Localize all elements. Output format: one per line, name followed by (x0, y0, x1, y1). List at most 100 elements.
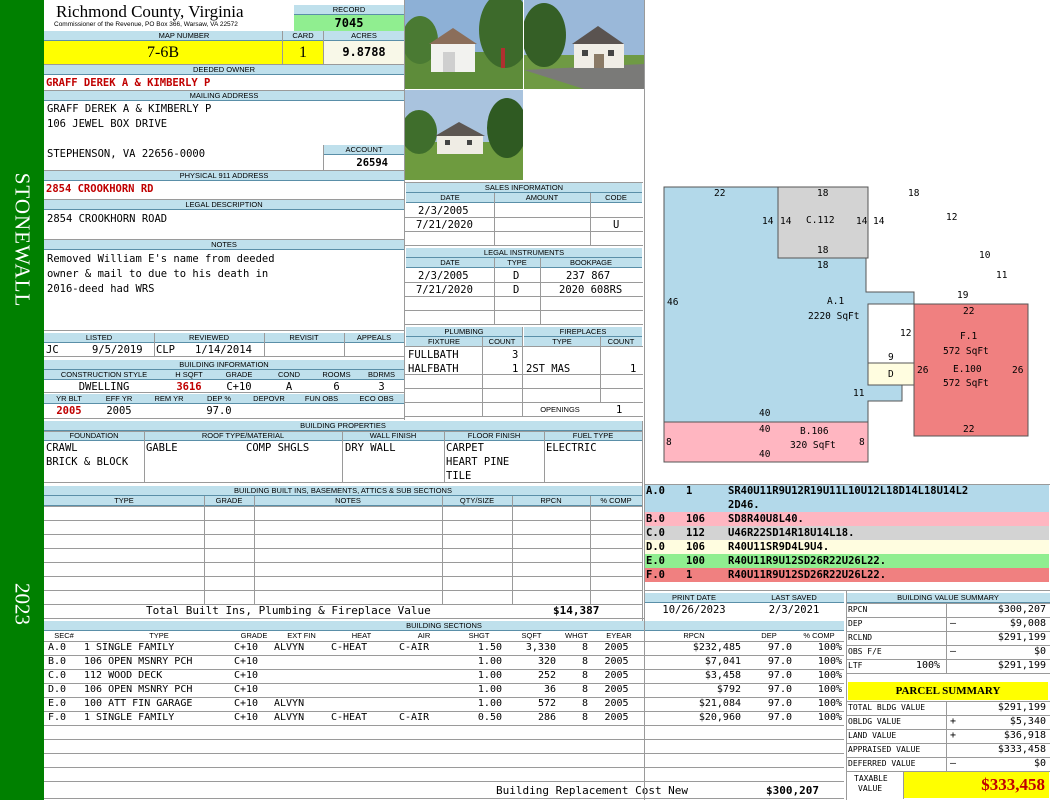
bs-cell-grade: C+10 (234, 670, 259, 681)
appeals-label: APPEALS (344, 333, 404, 343)
bs-header: DEP (761, 631, 777, 640)
bs-cell-eyear: 2005 (604, 656, 629, 667)
yr-blt-label: YR BLT (44, 394, 94, 404)
grid-line (282, 31, 283, 64)
legal-description-value: 2854 CROOKHORN ROAD (47, 213, 168, 225)
grid-line (846, 757, 1050, 758)
sketch-a-sqft: 2220 SqFt (808, 311, 860, 322)
sketch-def-row: D.0 106 R40U11SR9D4L9U4. (644, 540, 1049, 554)
fixture-1: FULLBATH (408, 349, 459, 361)
bs-cell-sec: D.0 (48, 684, 67, 695)
ps-deferred-label: DEFERRED VALUE (848, 759, 916, 768)
builtins-total-label: Total Built Ins, Plumbing & Fireplace Va… (146, 604, 431, 617)
grid-line (44, 170, 404, 171)
record-label: RECORD (294, 5, 404, 15)
sketch-a-label: A.1 (827, 296, 845, 307)
bs-header: WHGT (565, 631, 588, 640)
sales-code-header: CODE (590, 193, 642, 203)
deeded-owner-value: GRAFF DEREK A & KIMBERLY P (46, 77, 211, 89)
yr-blt-value: 2005 (56, 405, 82, 417)
dim: 10 (979, 250, 991, 261)
eco-obs-label: ECO OBS (349, 394, 404, 404)
bvs-rpcn-value: $300,207 (997, 604, 1046, 615)
map-number-value: 7-6B (44, 41, 282, 64)
bs-cell-type: 1 SINGLE FAMILY (84, 642, 175, 653)
dim: 12 (946, 212, 958, 223)
bvs-label: BUILDING VALUE SUMMARY (846, 593, 1050, 603)
property-photo-barn (405, 0, 523, 89)
grid-line (323, 31, 324, 64)
foundation-1: CRAWL (46, 442, 78, 454)
li-row-1-date: 2/3/2005 (418, 270, 469, 282)
dim: 40 (759, 449, 771, 460)
grid-line (846, 590, 847, 800)
bvs-rclnd-value: $291,199 (997, 632, 1046, 643)
grid-line (512, 496, 513, 604)
listed-label: LISTED (44, 333, 154, 343)
bs-cell-shgt: 1.00 (477, 698, 502, 709)
dim: 14 (762, 216, 774, 227)
sketch-b-label: B.106 (800, 426, 829, 437)
ps-appraised-value: $333,458 (997, 744, 1046, 755)
mailing-line-3: STEPHENSON, VA 22656-0000 (47, 148, 206, 160)
print-date-label: PRINT DATE (644, 593, 744, 603)
bs-cell-type: 100 ATT FIN GARAGE (84, 698, 193, 709)
sketch-def-text: SR40U11R9U12R19U11L10U12L18D14L18U14L2 (728, 485, 969, 497)
bs-cell-dep: 97.0 (767, 642, 792, 653)
grid-line (44, 753, 844, 754)
bs-cell-whgt: 8 (581, 712, 588, 723)
grid-line (544, 431, 545, 482)
grid-line (44, 767, 844, 768)
grid-line (44, 90, 404, 91)
bvs-ltf-pct: 100% (916, 660, 941, 671)
grid-line (44, 330, 404, 331)
building-section-row: A.0 1 SINGLE FAMILY C+10 ALVYN C-HEAT C-AIR 1.… (44, 641, 844, 655)
sketch-def-text: R40U11SR9D4L9U4. (728, 541, 830, 553)
grid-line (323, 145, 324, 170)
commissioner-address: Commissioner of the Revenue, PO Box 366,… (54, 21, 238, 28)
grid-line (44, 641, 844, 642)
grid-line (405, 324, 643, 325)
grid-line (44, 520, 642, 521)
sketch-def-row: A.0 1 SR40U11R9U12R19U11L10U12L18D14L18U14… (644, 484, 1049, 512)
dim: 9 (888, 352, 894, 363)
building-properties-label: BUILDING PROPERTIES (44, 421, 642, 431)
bs-cell-sec: F.0 (48, 712, 67, 723)
bs-cell-air: C-AIR (399, 642, 430, 653)
building-section-row: D.0 106 OPEN MSNRY PCH C+10 1.00 36 8 2005 $792… (44, 683, 844, 697)
reviewed-date: 1/14/2014 (195, 344, 252, 356)
grid-line (494, 193, 495, 245)
sketch-e-label: E.100 (953, 364, 982, 375)
foundation-header: FOUNDATION (44, 431, 144, 441)
bs-cell-whgt: 8 (581, 684, 588, 695)
fireplaces-label: FIREPLACES (524, 327, 642, 337)
bdrms-label: BDRMS (359, 370, 404, 380)
dim: 18 (817, 260, 829, 271)
dim: 26 (917, 365, 929, 376)
eff-yr-label: EFF YR (94, 394, 144, 404)
hsqft-label: H SQFT (164, 370, 214, 380)
grid-line (44, 482, 642, 483)
rooms-label: ROOMS (314, 370, 359, 380)
bs-cell-comp: 100% (817, 698, 842, 709)
dim: 22 (963, 306, 975, 317)
grid-line (404, 0, 405, 420)
grid-line (644, 484, 1050, 485)
ps-land-sign: + (950, 730, 957, 741)
floor-finish-1: CARPET (446, 442, 484, 454)
replacement-cost-value: $300,207 (766, 784, 819, 797)
bs-cell-eyear: 2005 (604, 712, 629, 723)
grid-line (44, 739, 844, 740)
grid-line (44, 798, 844, 799)
grid-line (44, 655, 844, 656)
bs-header: % COMP (803, 631, 835, 640)
ps-obldg-sign: + (950, 716, 957, 727)
floor-finish-header: FLOOR FINISH (444, 431, 544, 441)
grid-line (442, 496, 443, 604)
grid-line (405, 245, 643, 246)
fixture-1-count: 3 (512, 349, 519, 361)
bs-cell-ext: ALVYN (274, 642, 305, 653)
physical-address-value: 2854 CROOKHORN RD (46, 183, 154, 195)
bs-cell-rpcn: $7,041 (704, 656, 741, 667)
bvs-dep-sign: – (950, 618, 957, 629)
